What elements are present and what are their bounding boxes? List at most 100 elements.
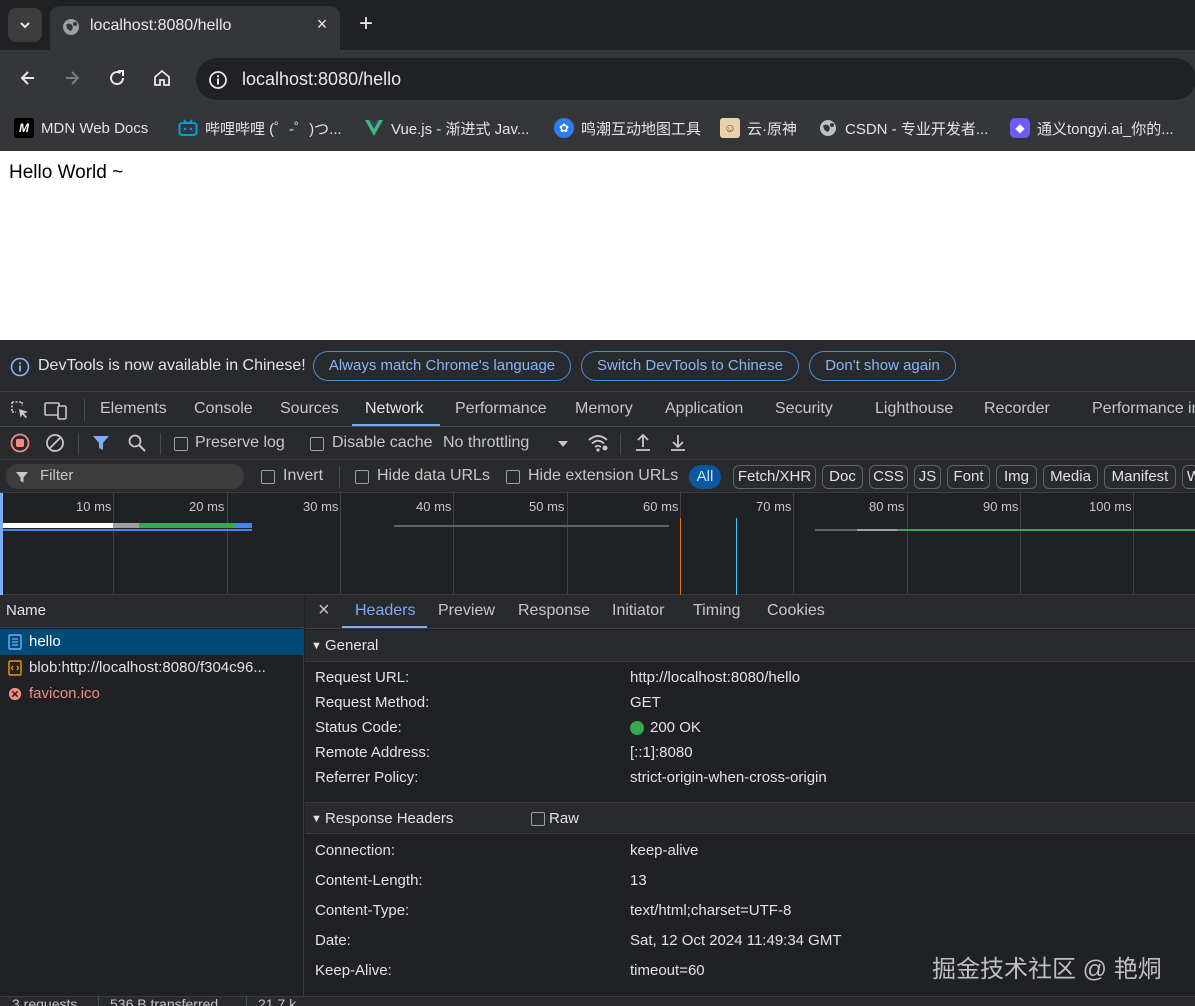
bookmark-genshin[interactable]: ☺ 云·原神 (720, 116, 797, 140)
tab-security[interactable]: Security (775, 400, 833, 418)
response-headers-section-header[interactable]: ▼ Response Headers Raw (305, 802, 1195, 834)
devtools-language-banner: DevTools is now available in Chinese! Al… (0, 340, 1195, 392)
new-tab-button[interactable]: + (352, 10, 380, 38)
devtools-tab-bar: Elements Console Sources Network Perform… (0, 392, 1195, 427)
tab-search-button[interactable] (8, 8, 42, 42)
tab-console[interactable]: Console (194, 400, 253, 418)
filter-type-manifest[interactable]: Manifest (1104, 465, 1176, 489)
request-row-blob[interactable]: blob:http://localhost:8080/f304c96... (0, 655, 304, 681)
preserve-log-checkbox[interactable] (174, 437, 188, 451)
back-button[interactable] (13, 63, 43, 93)
section-title: General (325, 637, 379, 654)
tab-network[interactable]: Network (365, 400, 424, 418)
filter-type-font[interactable]: Font (947, 465, 990, 489)
clear-icon[interactable] (45, 433, 65, 453)
export-har-icon[interactable] (669, 433, 687, 453)
tab-performance-insights[interactable]: Performance in (1092, 400, 1195, 418)
filter-type-doc[interactable]: Doc (822, 465, 863, 489)
request-bar-hello (3, 523, 113, 528)
always-match-language-button[interactable]: Always match Chrome's language (313, 351, 571, 381)
bookmark-bilibili[interactable]: 哔哩哔哩 (゜-゜)つ... (178, 116, 342, 140)
device-toolbar-icon[interactable] (44, 400, 68, 420)
dont-show-again-button[interactable]: Don't show again (809, 351, 956, 381)
bookmark-map-tool[interactable]: ✿ 鸣潮互动地图工具 (554, 116, 701, 140)
tick-line (567, 493, 568, 595)
tab-active[interactable]: localhost:8080/hello × (50, 6, 340, 50)
tab-recorder[interactable]: Recorder (984, 400, 1050, 418)
request-bar-blob (3, 529, 252, 531)
tab-application[interactable]: Application (665, 400, 743, 418)
invert-checkbox[interactable] (261, 470, 275, 484)
tab-strip: localhost:8080/hello × + (0, 0, 1195, 50)
bookmark-tongyi[interactable]: ◆ 通义tongyi.ai_你的... (1010, 116, 1174, 140)
reload-button[interactable] (102, 63, 132, 93)
detail-tab-response[interactable]: Response (518, 602, 590, 620)
separator (98, 996, 99, 1006)
detail-tab-headers[interactable]: Headers (355, 602, 415, 620)
search-icon[interactable] (127, 433, 147, 453)
tab-sources[interactable]: Sources (280, 400, 339, 418)
filter-type-ws[interactable]: W (1182, 465, 1195, 489)
globe-icon (63, 19, 79, 35)
tick-label: 100 ms (1089, 499, 1132, 514)
request-row-favicon[interactable]: favicon.ico (0, 681, 304, 707)
filter-type-fetch-xhr[interactable]: Fetch/XHR (733, 465, 816, 489)
tick-label: 20 ms (189, 499, 225, 514)
throttling-select[interactable]: No throttling (443, 434, 529, 452)
load-event-marker (736, 518, 737, 595)
filter-type-all[interactable]: All (689, 465, 721, 489)
hide-data-urls-checkbox[interactable] (355, 470, 369, 484)
home-button[interactable] (147, 63, 177, 93)
info-icon[interactable] (208, 70, 228, 90)
detail-tab-cookies[interactable]: Cookies (767, 602, 825, 620)
filter-type-img[interactable]: Img (996, 465, 1037, 489)
filter-input[interactable]: Filter (6, 464, 244, 489)
filter-type-media[interactable]: Media (1043, 465, 1098, 489)
url-text[interactable]: localhost:8080/hello (242, 69, 401, 90)
filter-type-css[interactable]: CSS (869, 465, 908, 489)
filter-icon[interactable] (92, 434, 110, 452)
disable-cache-checkbox[interactable] (310, 437, 324, 451)
filter-icon (16, 472, 28, 483)
general-section-header[interactable]: ▼ General (305, 630, 1195, 662)
request-detail-pane: × Headers Preview Response Initiator Tim… (305, 595, 1195, 996)
overview-selection-handle[interactable] (0, 493, 3, 595)
close-tab-icon[interactable]: × (312, 14, 332, 38)
disable-cache-label: Disable cache (332, 434, 433, 451)
watermark: 掘金技术社区 @ 艳烔 (932, 956, 1162, 983)
raw-label: Raw (549, 810, 580, 827)
browser-toolbar: localhost:8080/hello (0, 50, 1195, 106)
bookmark-mdn[interactable]: M MDN Web Docs (14, 116, 148, 140)
detail-tab-timing[interactable]: Timing (693, 602, 740, 620)
filter-type-js[interactable]: JS (914, 465, 941, 489)
bookmark-csdn[interactable]: CSDN - 专业开发者... (818, 116, 988, 140)
tab-performance[interactable]: Performance (455, 400, 547, 418)
inspect-element-icon[interactable] (10, 400, 30, 420)
switch-devtools-chinese-button[interactable]: Switch DevTools to Chinese (581, 351, 799, 381)
import-har-icon[interactable] (634, 433, 652, 453)
tab-elements[interactable]: Elements (100, 400, 167, 418)
tab-lighthouse[interactable]: Lighthouse (875, 400, 953, 418)
detail-tab-initiator[interactable]: Initiator (612, 602, 664, 620)
separator (160, 433, 161, 455)
triangle-down-icon: ▼ (311, 813, 322, 825)
hide-extension-urls-checkbox[interactable] (506, 470, 520, 484)
close-detail-icon[interactable]: × (318, 599, 330, 622)
header-key: Date: (315, 932, 351, 949)
address-bar[interactable]: localhost:8080/hello (196, 58, 1195, 100)
raw-checkbox[interactable] (531, 812, 545, 826)
bookmark-vue[interactable]: Vue.js - 渐进式 Jav... (364, 116, 529, 140)
header-key: Request URL: (315, 669, 410, 686)
chevron-down-icon[interactable] (557, 439, 569, 449)
tab-memory[interactable]: Memory (575, 400, 633, 418)
detail-tab-preview[interactable]: Preview (438, 602, 495, 620)
request-row-hello[interactable]: hello (0, 629, 304, 655)
error-icon (8, 687, 22, 701)
stop-recording-icon[interactable] (10, 433, 30, 453)
network-overview-timeline[interactable]: 10 ms 20 ms 30 ms 40 ms 50 ms 60 ms 70 m… (0, 493, 1195, 595)
network-toolbar: Preserve log Disable cache No throttling (0, 427, 1195, 460)
forward-button[interactable] (57, 63, 87, 93)
column-header-name[interactable]: Name (6, 602, 46, 619)
network-conditions-icon[interactable] (587, 433, 609, 453)
request-bar-hello-waiting (113, 523, 139, 528)
